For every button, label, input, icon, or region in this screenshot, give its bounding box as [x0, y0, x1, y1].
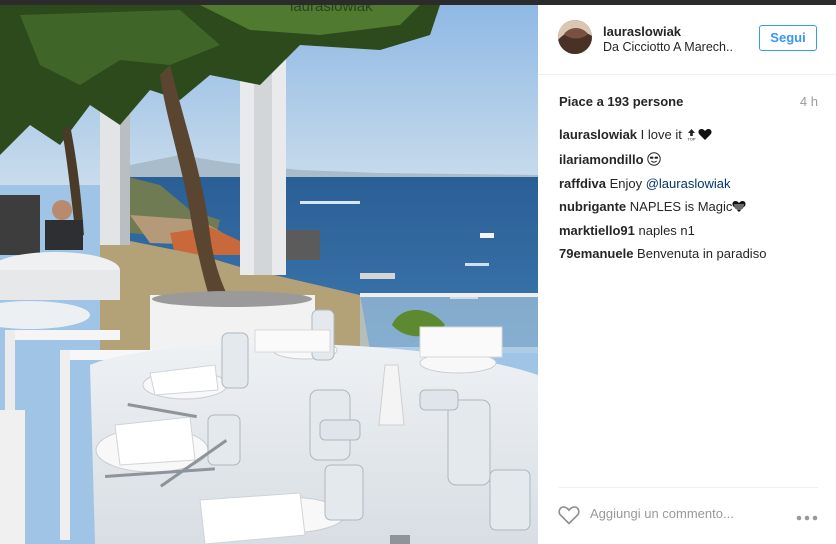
comment-username[interactable]: 79emanuele [559, 246, 633, 261]
follow-button[interactable]: Segui [759, 25, 817, 51]
comment-item: lauraslowiak I love it TOP [559, 124, 819, 149]
post-details-panel: lauraslowiak Da Cicciotto A Marech.. Seg… [538, 5, 836, 544]
comment-text: NAPLES is Magic [626, 198, 733, 214]
svg-text:TOP: TOP [688, 137, 696, 142]
comment-username[interactable]: lauraslowiak [559, 127, 637, 142]
add-comment-input[interactable] [590, 504, 790, 523]
comment-username[interactable]: raffdiva [559, 176, 606, 191]
avatar[interactable] [558, 20, 592, 54]
comment-item: ilariamondillo [559, 149, 819, 174]
comment-username[interactable]: nubrigante [559, 199, 626, 214]
comment-text: Benvenuta in paradiso [633, 245, 767, 261]
comment-item: marktiello91 naples n1 [559, 220, 819, 243]
smiling-face-sunglasses-icon [647, 151, 661, 174]
more-options-icon[interactable] [796, 509, 818, 521]
avatar-image [558, 20, 592, 54]
comment-list: lauraslowiak I love it TOP ilariamondill… [559, 124, 819, 265]
post-header: lauraslowiak Da Cicciotto A Marech.. Seg… [538, 5, 836, 75]
post-photo-illustration [0, 5, 538, 544]
comment-username[interactable]: ilariamondillo [559, 152, 644, 167]
photo-overlay-text: laurasiowiak [290, 5, 373, 15]
comment-item: 79emanuele Benvenuta in paradiso [559, 243, 819, 266]
footer-divider [559, 487, 818, 488]
heart-icon [732, 198, 746, 221]
comment-username[interactable]: marktiello91 [559, 223, 635, 238]
header-username[interactable]: lauraslowiak [603, 24, 681, 39]
comment-text: I love it [637, 127, 686, 142]
heart-outline-icon[interactable] [558, 505, 580, 525]
header-location[interactable]: Da Cicciotto A Marech.. [603, 40, 733, 54]
post-image[interactable]: laurasiowiak [0, 5, 538, 544]
comment-mention[interactable]: @lauraslowiak [646, 176, 731, 191]
top-icon: TOP [685, 126, 698, 149]
comment-text: naples n1 [634, 223, 695, 238]
comment-text: Enjoy [605, 176, 646, 191]
comment-item: raffdiva Enjoy @lauraslowiak [559, 173, 819, 196]
black-heart-icon [698, 126, 713, 149]
post-time[interactable]: 4 h [800, 94, 818, 109]
likes-count[interactable]: Piace a 193 persone [559, 94, 683, 109]
comment-item: nubrigante NAPLES is Magic [559, 196, 819, 221]
